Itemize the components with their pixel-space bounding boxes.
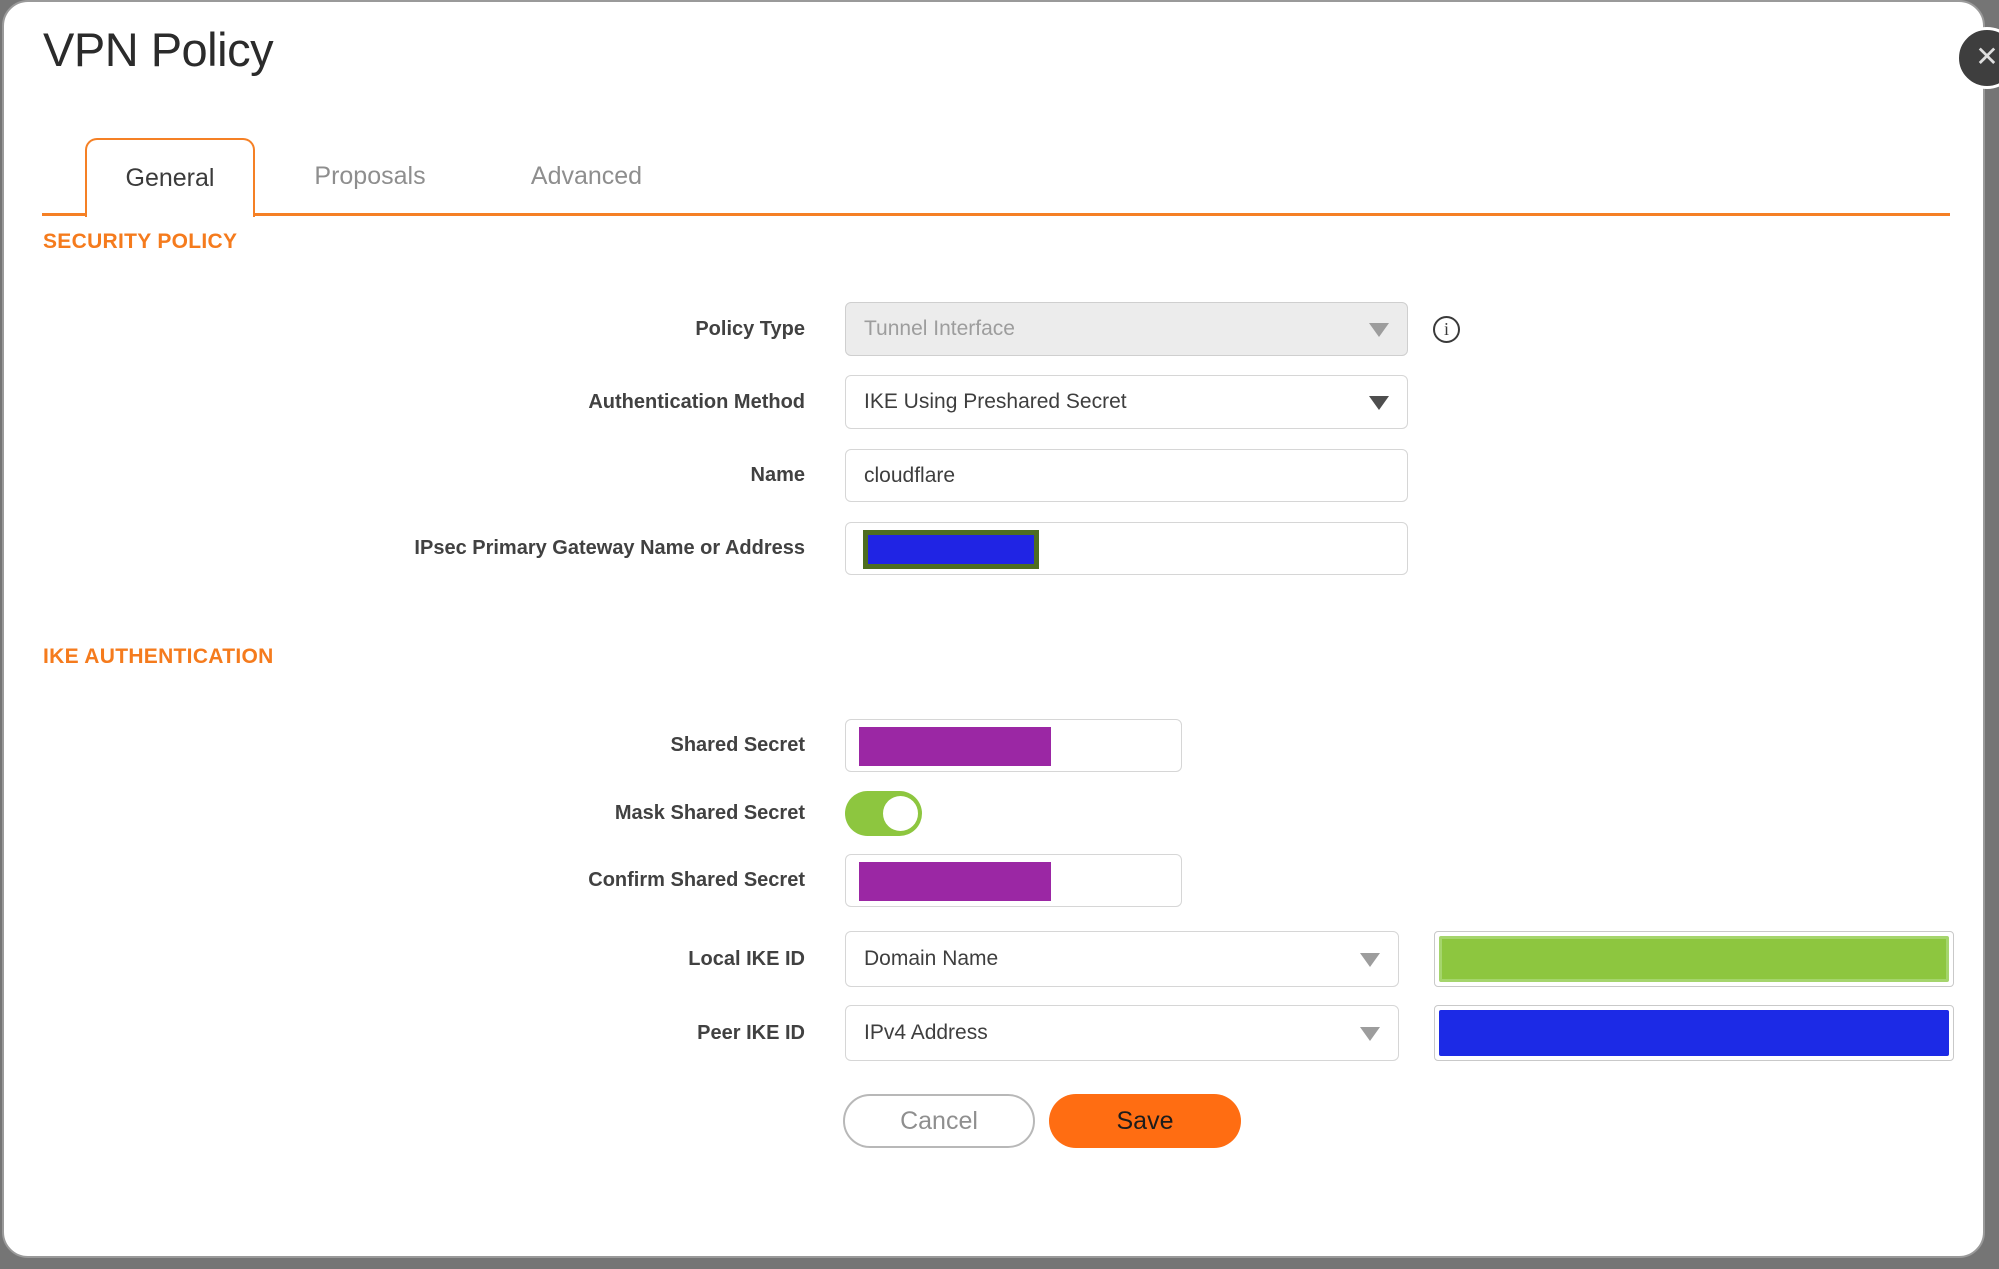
chevron-down-icon	[1369, 396, 1389, 410]
redacted-peer-ike-id-value	[1439, 1010, 1949, 1056]
name-label: Name	[750, 464, 805, 486]
authentication-method-dropdown[interactable]: IKE Using Preshared Secret	[845, 375, 1408, 429]
shared-secret-input[interactable]	[845, 719, 1182, 772]
peer-ike-id-value-input[interactable]	[1434, 1005, 1954, 1061]
section-security-policy: SECURITY POLICY	[43, 230, 238, 253]
shared-secret-label: Shared Secret	[670, 734, 805, 756]
ipsec-primary-gateway-input[interactable]	[845, 522, 1408, 575]
ipsec-primary-gateway-label: IPsec Primary Gateway Name or Address	[414, 537, 805, 559]
peer-ike-id-label: Peer IKE ID	[697, 1021, 805, 1044]
peer-ike-id-type-dropdown[interactable]: IPv4 Address	[845, 1005, 1399, 1061]
tab-proposals-label: Proposals	[314, 161, 426, 190]
chevron-down-icon	[1360, 953, 1380, 967]
policy-type-dropdown: Tunnel Interface	[845, 302, 1408, 356]
peer-ike-id-type-value: IPv4 Address	[864, 1021, 988, 1044]
redacted-local-ike-id-value	[1439, 936, 1949, 982]
chevron-down-icon	[1360, 1027, 1380, 1041]
page-title: VPN Policy	[43, 23, 274, 76]
policy-type-value: Tunnel Interface	[864, 317, 1015, 340]
vpn-policy-dialog: VPN Policy General Proposals Advanced SE…	[2, 0, 1985, 1258]
chevron-down-icon	[1369, 323, 1389, 337]
local-ike-id-label: Local IKE ID	[688, 947, 805, 970]
cancel-button[interactable]: Cancel	[843, 1094, 1035, 1148]
tab-general-label: General	[125, 164, 215, 192]
tab-advanced-label: Advanced	[530, 161, 643, 190]
info-icon[interactable]: i	[1433, 316, 1460, 343]
tab-proposals[interactable]: Proposals	[274, 138, 466, 214]
policy-type-label: Policy Type	[695, 317, 805, 340]
local-ike-id-type-dropdown[interactable]: Domain Name	[845, 931, 1399, 987]
redacted-confirm-shared-secret-value	[859, 862, 1051, 901]
page-backdrop: { "dialog": { "title": "VPN Policy", "cl…	[0, 0, 1999, 1269]
local-ike-id-value-input[interactable]	[1434, 931, 1954, 987]
name-input[interactable]	[845, 449, 1408, 502]
mask-shared-secret-label: Mask Shared Secret	[614, 802, 805, 824]
tab-general[interactable]: General	[85, 138, 255, 217]
toggle-knob	[883, 796, 918, 831]
mask-shared-secret-toggle[interactable]	[845, 791, 922, 836]
redacted-shared-secret-value	[859, 727, 1051, 766]
local-ike-id-type-value: Domain Name	[864, 947, 999, 970]
redacted-gateway-value	[863, 530, 1039, 569]
confirm-shared-secret-label: Confirm Shared Secret	[588, 869, 805, 891]
section-ike-authentication: IKE AUTHENTICATION	[43, 645, 274, 668]
save-button[interactable]: Save	[1049, 1094, 1241, 1148]
confirm-shared-secret-input[interactable]	[845, 854, 1182, 907]
tab-advanced[interactable]: Advanced	[494, 138, 679, 214]
authentication-method-value: IKE Using Preshared Secret	[864, 390, 1127, 413]
cancel-button-label: Cancel	[900, 1106, 978, 1135]
authentication-method-label: Authentication Method	[588, 390, 805, 413]
save-button-label: Save	[1116, 1106, 1174, 1135]
